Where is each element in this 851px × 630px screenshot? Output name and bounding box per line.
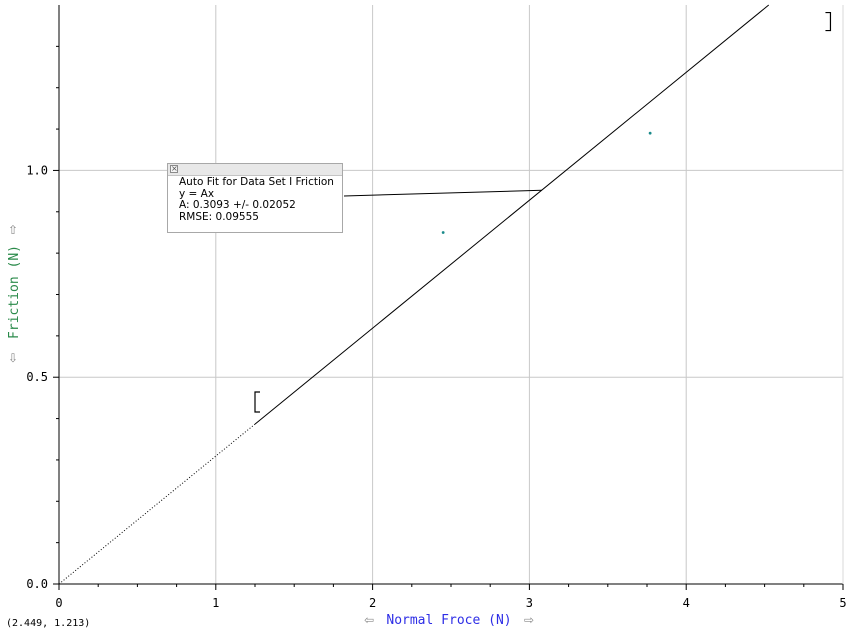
plot-area[interactable] [59,5,843,584]
x-tick-label: 1 [212,596,219,610]
chart-root: 0 1 2 3 4 5 0.0 0.5 1.0 Normal Froce (N) ⇦ ⇨ Fri… [0,0,851,630]
x-tick-label: 3 [526,596,533,610]
chart-svg: 0 1 2 3 4 5 0.0 0.5 1.0 Normal Froce (N) ⇦ ⇨ Fri… [7,4,847,628]
fit-title: Auto Fit for Data Set I Friction [179,176,334,188]
y-tick-label: 0.0 [26,577,48,591]
data-point [648,131,652,135]
x-tick-label: 5 [839,596,846,610]
close-icon[interactable]: × [170,165,178,173]
x-tick-label: 0 [55,596,62,610]
fit-parameter-a: A: 0.3093 +/- 0.02052 [179,199,296,211]
data-point [441,231,445,234]
y-scroll-down-icon[interactable]: ⇩ [8,351,18,365]
fit-box-titlebar[interactable]: × [168,164,342,176]
y-tick-label: 0.5 [26,370,48,384]
x-scroll-right-icon[interactable]: ⇨ [524,613,534,627]
x-scroll-left-icon[interactable]: ⇦ [364,613,374,627]
y-tick-label: 1.0 [26,163,48,177]
x-tick-label: 4 [683,596,690,610]
fit-rmse: RMSE: 0.09555 [179,210,259,223]
coordinate-readout: (2.449, 1.213) [6,618,91,629]
fit-box-text: Auto Fit for Data Set I Friction y = Ax … [168,176,342,223]
x-axis-title[interactable]: Normal Froce (N) [386,613,511,628]
auto-fit-box[interactable]: × Auto Fit for Data Set I Friction y = A… [167,163,343,233]
x-tick-label: 2 [369,596,376,610]
y-scroll-up-icon[interactable]: ⇧ [8,223,18,237]
y-axis-title[interactable]: Friction (N) [7,245,22,339]
